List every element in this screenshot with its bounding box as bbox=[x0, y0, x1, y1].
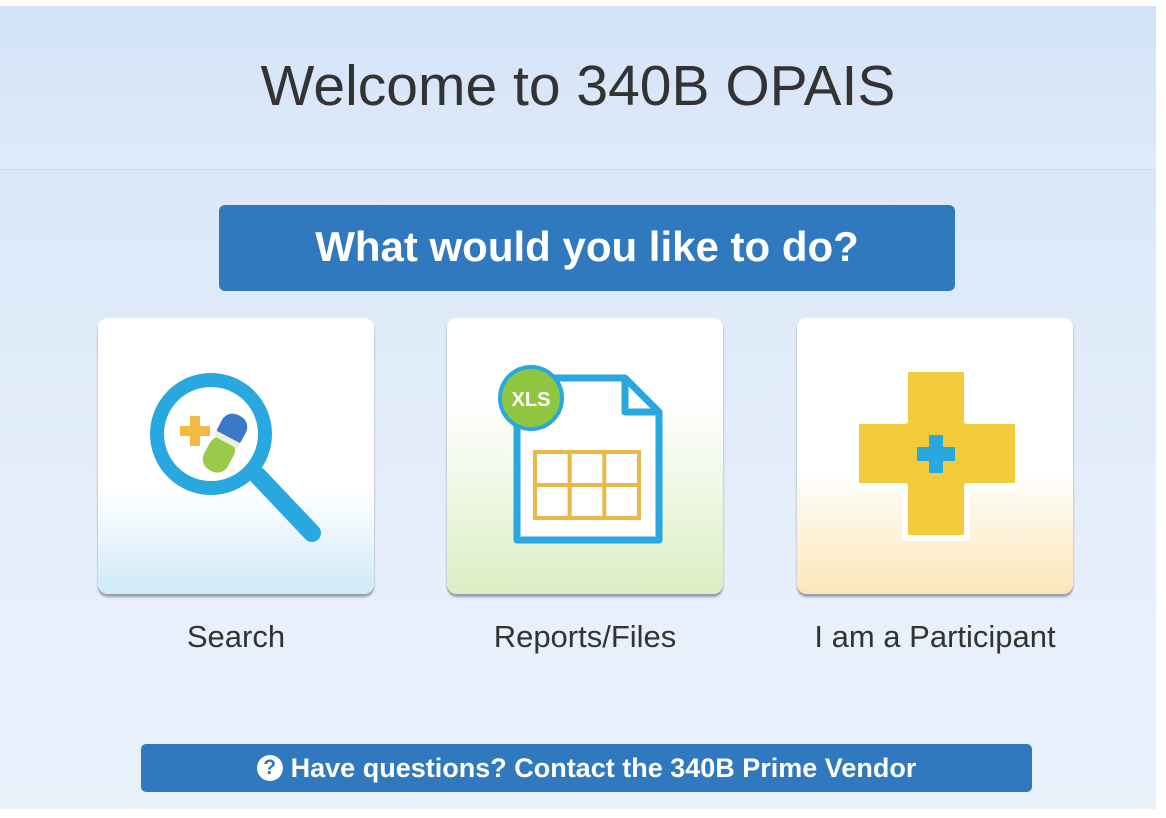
participant-tile[interactable] bbox=[797, 318, 1073, 594]
search-tile[interactable] bbox=[98, 318, 374, 594]
header: Welcome to 340B OPAIS bbox=[0, 6, 1156, 170]
reports-files-label[interactable]: Reports/Files bbox=[415, 618, 755, 655]
medical-cross-icon bbox=[853, 366, 1021, 541]
contact-prime-vendor-button[interactable]: ? Have questions? Contact the 340B Prime … bbox=[141, 744, 1032, 792]
xls-badge-text: XLS bbox=[512, 389, 551, 411]
search-label[interactable]: Search bbox=[66, 618, 406, 655]
xls-file-icon: XLS bbox=[498, 365, 663, 544]
reports-files-tile[interactable]: XLS bbox=[447, 318, 723, 594]
magnifier-pills-icon bbox=[150, 373, 321, 542]
page-title: Welcome to 340B OPAIS bbox=[260, 54, 896, 118]
contact-text: Have questions? Contact the 340B Prime V… bbox=[290, 753, 917, 783]
participant-label[interactable]: I am a Participant bbox=[765, 618, 1105, 655]
what-would-you-like-banner: What would you like to do? bbox=[219, 205, 955, 291]
question-circle-icon: ? bbox=[256, 755, 283, 781]
